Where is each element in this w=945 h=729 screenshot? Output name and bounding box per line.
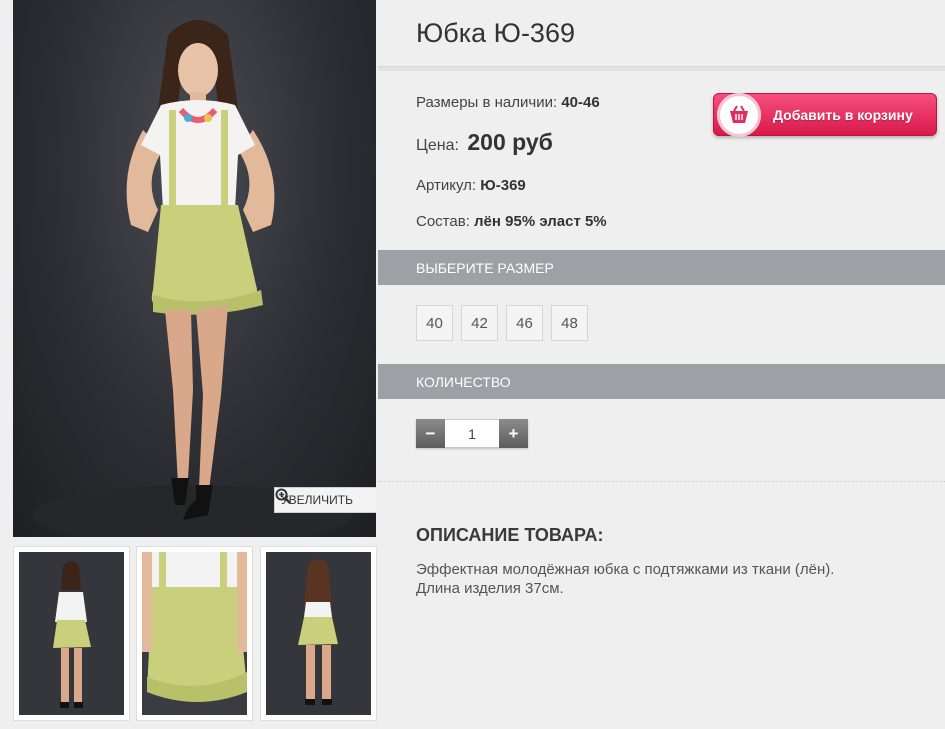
sku-label: Артикул:: [416, 177, 477, 194]
thumbnail-closeup[interactable]: [136, 546, 253, 721]
quantity-stepper: − +: [416, 419, 528, 448]
description-line-2: Длина изделия 37см.: [416, 580, 564, 597]
thumbnail-image: [142, 552, 247, 715]
size-option-42[interactable]: 42: [461, 305, 498, 341]
sizes-available: Размеры в наличии: 40-46: [416, 94, 600, 111]
main-product-photo[interactable]: УВЕЛИЧИТЬ: [13, 0, 376, 537]
product-title: Юбка Ю-369: [416, 18, 575, 48]
price: Цена: 200 руб: [416, 129, 553, 156]
price-label: Цена:: [416, 137, 459, 154]
quantity-decrease-button[interactable]: −: [416, 419, 445, 448]
quantity-input[interactable]: [445, 419, 499, 448]
zoom-button[interactable]: УВЕЛИЧИТЬ: [274, 487, 376, 513]
sizes-available-label: Размеры в наличии:: [416, 94, 558, 111]
thumbnail-back[interactable]: [260, 546, 377, 721]
size-option-40[interactable]: 40: [416, 305, 453, 341]
thumbnail-strip: [13, 546, 377, 721]
size-options: 40 42 46 48: [416, 305, 588, 341]
add-to-cart-label: Добавить в корзину: [773, 106, 913, 123]
magnifier-plus-icon: [275, 488, 291, 504]
thumbnail-image: [19, 552, 124, 715]
sku: Артикул: Ю-369: [416, 177, 526, 194]
description-divider: [378, 481, 945, 482]
price-value: 200 руб: [467, 129, 553, 155]
composition: Состав: лён 95% эласт 5%: [416, 213, 607, 230]
basket-icon: [717, 92, 761, 137]
model-figure: [33, 20, 353, 537]
quantity-increase-button[interactable]: +: [499, 419, 528, 448]
size-section-header: ВЫБЕРИТЕ РАЗМЕР: [378, 250, 945, 285]
thumbnail-front[interactable]: [13, 546, 130, 721]
description-text: Эффектная молодёжная юбка с подтяжками и…: [416, 560, 896, 598]
thumbnail-image: [266, 552, 371, 715]
size-option-48[interactable]: 48: [551, 305, 588, 341]
size-option-46[interactable]: 46: [506, 305, 543, 341]
title-divider: [378, 66, 945, 71]
composition-label: Состав:: [416, 213, 470, 230]
zoom-label: УВЕЛИЧИТЬ: [281, 493, 353, 507]
composition-value: лён 95% эласт 5%: [474, 213, 607, 230]
description-heading: ОПИСАНИЕ ТОВАРА:: [416, 525, 604, 545]
quantity-section-header: КОЛИЧЕСТВО: [378, 364, 945, 399]
sku-value: Ю-369: [480, 177, 526, 194]
description-line-1: Эффектная молодёжная юбка с подтяжками и…: [416, 561, 835, 578]
add-to-cart-button[interactable]: Добавить в корзину: [713, 92, 937, 137]
sizes-available-value: 40-46: [561, 94, 600, 111]
